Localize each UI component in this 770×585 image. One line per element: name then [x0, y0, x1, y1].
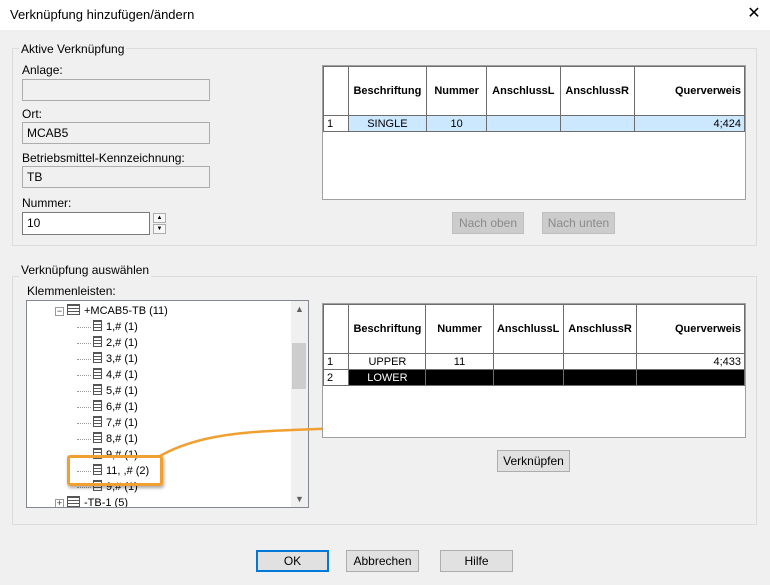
tree-node-label: 8,# (1): [106, 433, 138, 445]
tree-node-terminal[interactable]: 3,# (1): [55, 351, 168, 367]
col-anschlussl[interactable]: AnschlussL: [492, 304, 564, 354]
highlight-box: [67, 455, 163, 486]
cell-anschlussl: [492, 369, 564, 386]
tree-node-label: 7,# (1): [106, 417, 138, 429]
cell-nummer: [425, 369, 494, 386]
cell-anschlussl: [485, 115, 561, 132]
tree-connector: [77, 374, 91, 376]
ok-button[interactable]: OK: [256, 550, 329, 572]
collapse-icon[interactable]: −: [55, 307, 64, 316]
col-beschriftung[interactable]: Beschriftung: [347, 66, 428, 116]
tree-node-label: 5,# (1): [106, 385, 138, 397]
terminal-icon: [93, 400, 102, 411]
spin-down-icon[interactable]: ▼: [153, 224, 166, 234]
tree-node-strip[interactable]: + -TB-1 (5): [55, 495, 168, 508]
header-corner: [323, 66, 349, 116]
row-index: 2: [323, 369, 350, 386]
cell-anschlussl: [492, 353, 564, 370]
terminal-strip-icon: [67, 304, 80, 315]
tree-connector: [77, 438, 91, 440]
cell-beschriftung: UPPER: [348, 353, 427, 370]
table-header-row: Beschriftung Nummer AnschlussL Anschluss…: [323, 66, 745, 116]
terminal-icon: [93, 416, 102, 427]
cell-anschlussr: [562, 353, 638, 370]
link-button[interactable]: Verknüpfen: [497, 450, 570, 472]
cell-anschlussr: [559, 115, 635, 132]
help-button[interactable]: Hilfe: [440, 550, 513, 572]
terminal-icon: [93, 336, 102, 347]
select-link-table: Beschriftung Nummer AnschlussL Anschluss…: [323, 304, 745, 386]
move-up-button[interactable]: Nach oben: [452, 212, 524, 234]
table-row-selected[interactable]: 2 LOWER: [323, 369, 745, 386]
scroll-up-icon[interactable]: ▲: [295, 304, 304, 314]
tree-connector: [77, 342, 91, 344]
bmk-label: Betriebsmittel-Kennzeichnung:: [22, 151, 185, 165]
cell-querverweis: [636, 369, 745, 386]
cell-beschriftung: SINGLE: [347, 115, 428, 132]
active-link-table: Beschriftung Nummer AnschlussL Anschluss…: [323, 66, 745, 132]
cell-nummer: 10: [426, 115, 487, 132]
terminal-icon: [93, 320, 102, 331]
tree-connector: [77, 390, 91, 392]
close-icon[interactable]: ✕: [745, 5, 763, 23]
move-down-button[interactable]: Nach unten: [542, 212, 615, 234]
col-querverweis[interactable]: Querverweis: [633, 66, 745, 116]
nummer-input[interactable]: 10: [22, 212, 150, 235]
terminal-icon: [93, 368, 102, 379]
anlage-label: Anlage:: [22, 63, 63, 77]
tree-node-label: 6,# (1): [106, 401, 138, 413]
cell-beschriftung: LOWER: [348, 369, 427, 386]
tree-connector: [77, 326, 91, 328]
tree-node-label: 1,# (1): [106, 321, 138, 333]
tree-connector: [77, 486, 91, 488]
cancel-button[interactable]: Abbrechen: [346, 550, 419, 572]
spin-up-icon[interactable]: ▲: [153, 213, 166, 223]
col-anschlussr[interactable]: AnschlussR: [562, 304, 638, 354]
anlage-field: [22, 79, 210, 101]
tree-node-label: 2,# (1): [106, 337, 138, 349]
active-link-grid[interactable]: Beschriftung Nummer AnschlussL Anschluss…: [322, 65, 746, 200]
tree-node-strip[interactable]: − +MCAB5-TB (11): [55, 303, 168, 319]
col-querverweis[interactable]: Querverweis: [636, 304, 745, 354]
tree-connector: [77, 422, 91, 424]
tree-node-label: +MCAB5-TB (11): [84, 305, 168, 317]
tree-node-label: -TB-1 (5): [84, 497, 128, 508]
tree-node-label: 3,# (1): [106, 353, 138, 365]
terminal-strip-icon: [67, 496, 80, 507]
active-link-legend: Aktive Verknüpfung: [19, 42, 127, 56]
bmk-field: TB: [22, 166, 210, 188]
terminal-icon: [93, 352, 102, 363]
tree-node-label: 4,# (1): [106, 369, 138, 381]
terminal-icon: [93, 384, 102, 395]
window-title: Verknüpfung hinzufügen/ändern: [10, 7, 195, 22]
col-nummer[interactable]: Nummer: [426, 66, 487, 116]
table-row[interactable]: 1 UPPER 11 4;433: [323, 353, 745, 370]
tree-node-terminal[interactable]: 2,# (1): [55, 335, 168, 351]
tree-connector: [77, 358, 91, 360]
ort-field: MCAB5: [22, 122, 210, 144]
expand-icon[interactable]: +: [55, 499, 64, 507]
col-anschlussl[interactable]: AnschlussL: [485, 66, 561, 116]
col-nummer[interactable]: Nummer: [425, 304, 494, 354]
table-header-row: Beschriftung Nummer AnschlussL Anschluss…: [323, 304, 745, 354]
header-corner: [323, 304, 350, 354]
tree-node-terminal[interactable]: 1,# (1): [55, 319, 168, 335]
select-link-legend: Verknüpfung auswählen: [19, 263, 152, 277]
select-link-grid[interactable]: Beschriftung Nummer AnschlussL Anschluss…: [322, 303, 746, 438]
col-anschlussr[interactable]: AnschlussR: [559, 66, 635, 116]
row-index: 1: [323, 353, 350, 370]
klemmen-label: Klemmenleisten:: [27, 284, 116, 298]
scroll-down-icon[interactable]: ▼: [295, 494, 304, 504]
col-beschriftung[interactable]: Beschriftung: [348, 304, 427, 354]
ort-label: Ort:: [22, 107, 42, 121]
nummer-label: Nummer:: [22, 196, 72, 210]
cell-anschlussr: [562, 369, 638, 386]
cell-querverweis: 4;424: [633, 115, 745, 132]
terminal-icon: [93, 432, 102, 443]
tree-connector: [77, 406, 91, 408]
row-index: 1: [323, 115, 349, 132]
cell-nummer: 11: [425, 353, 494, 370]
table-row[interactable]: 1 SINGLE 10 4;424: [323, 115, 745, 132]
cell-querverweis: 4;433: [636, 353, 745, 370]
